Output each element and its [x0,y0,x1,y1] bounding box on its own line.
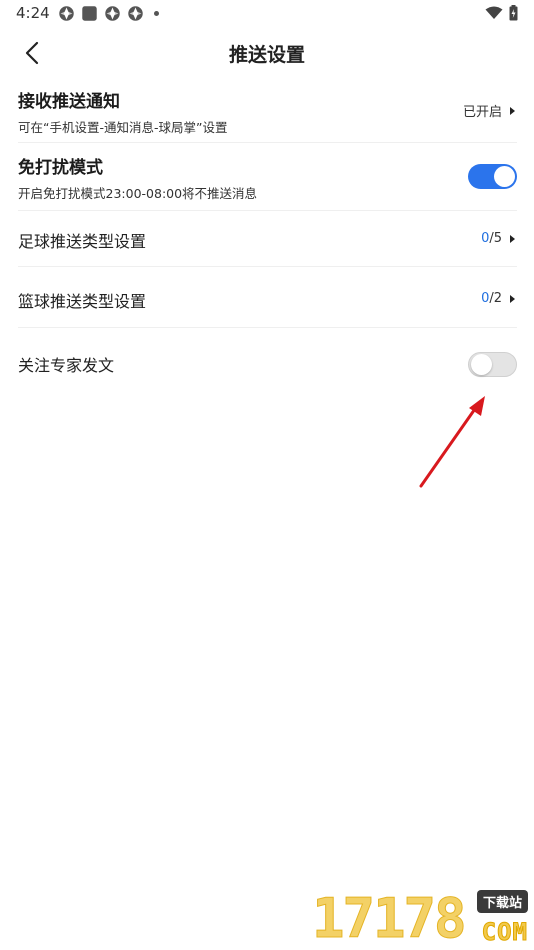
app-header: 推送设置 [0,30,534,76]
receive-notifications-status[interactable]: 已开启 [463,101,515,120]
football-types-count[interactable]: 0/5 [481,231,515,246]
wifi-icon [485,6,503,19]
triangle-right-icon [510,294,515,303]
toggle-knob [494,166,515,187]
aperture-icon [105,6,120,21]
annotation-arrow [419,396,485,488]
watermark-badge: 下载站 [476,890,528,913]
basketball-types-row[interactable]: 篮球推送类型设置 0/2 [18,267,517,328]
watermark-suffix: COM [481,918,528,947]
settings-list: 接收推送通知 可在“手机设置-通知消息-球局掌”设置 已开启 免打扰模式 开启免… [18,76,517,403]
basketball-types-title: 篮球推送类型设置 [18,292,147,311]
status-time: 4:24 [16,4,50,22]
more-notifications-dot-icon [154,11,159,16]
do-not-disturb-row: 免打扰模式 开启免打扰模式23:00-08:00将不推送消息 [18,143,517,211]
basketball-types-count[interactable]: 0/2 [481,291,515,306]
triangle-right-icon [510,106,515,115]
football-types-title: 足球推送类型设置 [18,232,147,251]
status-system-icons [485,5,518,21]
status-notification-icons [58,5,159,22]
watermark-digits: 17178 [312,887,468,950]
football-total-count: /5 [489,231,502,246]
receive-notifications-value: 已开启 [462,105,502,120]
receive-notifications-title: 接收推送通知 [18,92,120,112]
triangle-right-icon [510,234,515,243]
app-square-icon [82,6,97,21]
do-not-disturb-subtitle: 开启免打扰模式23:00-08:00将不推送消息 [18,186,258,201]
status-bar: 4:24 [0,0,534,30]
do-not-disturb-toggle[interactable] [468,164,517,189]
site-watermark-logo: 17178 下载站 COM [308,888,534,950]
aperture-icon [128,6,143,21]
receive-notifications-subtitle: 可在“手机设置-通知消息-球局掌”设置 [18,120,228,135]
page-title: 推送设置 [228,44,305,66]
football-types-row[interactable]: 足球推送类型设置 0/5 [18,211,517,267]
follow-expert-posts-toggle[interactable] [468,352,517,377]
receive-notifications-row[interactable]: 接收推送通知 可在“手机设置-通知消息-球局掌”设置 已开启 [18,76,517,143]
follow-expert-posts-title: 关注专家发文 [18,356,115,375]
do-not-disturb-title: 免打扰模式 [18,158,103,178]
basketball-total-count: /2 [489,291,502,306]
battery-icon [509,5,518,21]
toggle-knob [471,354,492,375]
aperture-icon [59,6,74,21]
